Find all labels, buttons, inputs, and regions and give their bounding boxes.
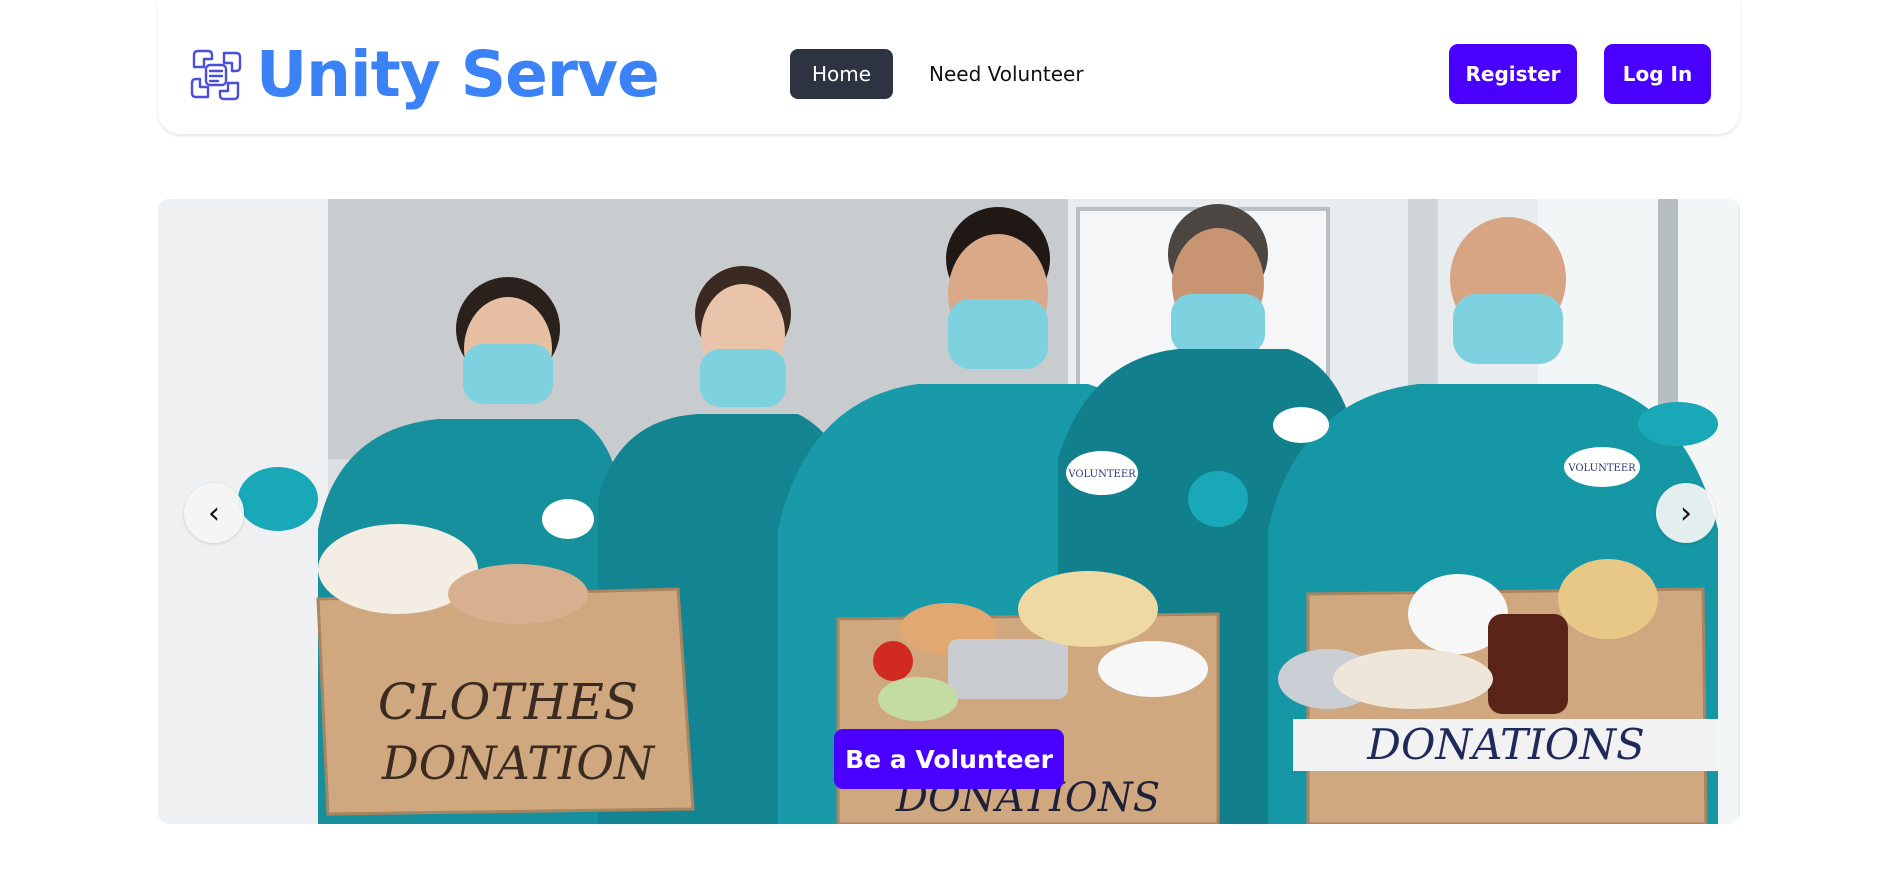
brand-name: Unity Serve <box>256 38 660 111</box>
nav-item-need-volunteer[interactable]: Need Volunteer <box>929 49 1084 99</box>
be-a-volunteer-button[interactable]: Be a Volunteer <box>834 729 1064 789</box>
hands-together-icon <box>190 49 242 101</box>
navbar: Unity Serve Home Need Volunteer Register… <box>158 0 1740 134</box>
register-button[interactable]: Register <box>1449 44 1577 104</box>
main-nav: Home Need Volunteer <box>790 49 1084 99</box>
brand[interactable]: Unity Serve <box>188 38 660 111</box>
hero-carousel: VOLUNTEER VOLUNTEER CLOTHES DONATION DON… <box>158 199 1740 824</box>
nav-item-home[interactable]: Home <box>790 49 893 99</box>
badge-text: VOLUNTEER <box>1067 469 1136 480</box>
carousel-next-button[interactable]: › <box>1656 483 1716 543</box>
login-button[interactable]: Log In <box>1604 44 1711 104</box>
box-label-clothes: CLOTHES <box>378 673 638 731</box>
box-label-donation: DONATION <box>381 736 656 790</box>
auth-buttons: Register Log In <box>1449 44 1711 104</box>
box-label-right: DONATIONS <box>1366 720 1644 769</box>
carousel-prev-button[interactable]: ‹ <box>184 483 244 543</box>
badge-text: VOLUNTEER <box>1567 463 1636 474</box>
